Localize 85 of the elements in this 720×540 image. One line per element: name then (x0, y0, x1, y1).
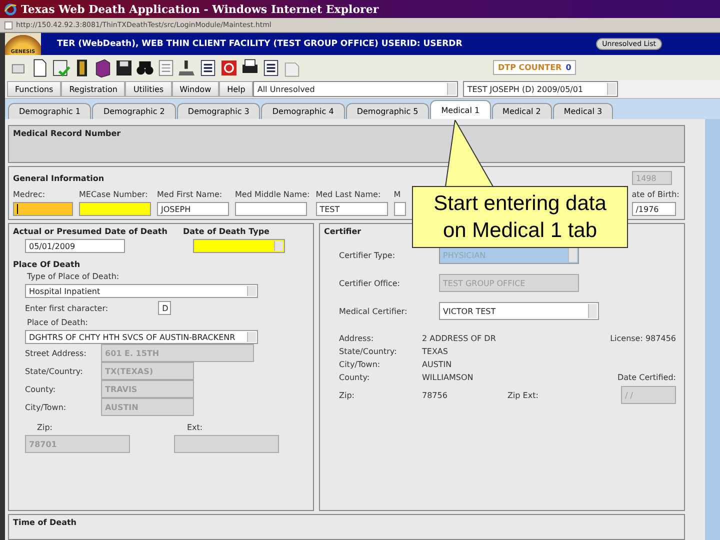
menu-item[interactable]: Functions (7, 81, 62, 97)
field-value: 2 ADDRESS OF DR (422, 334, 497, 343)
field-label: City/Town: (339, 360, 382, 369)
input-field: AUSTIN (101, 398, 194, 416)
field-value: WILLIAMSON (422, 373, 474, 382)
field-label: Certifier Type: (339, 250, 396, 260)
section-title: Place Of Death (13, 260, 80, 269)
field-label: M (394, 190, 402, 199)
field-label: Certifier Office: (339, 278, 401, 288)
input-field[interactable] (79, 202, 151, 216)
field-label: County: (25, 384, 57, 394)
field-label: Zip Ext: (507, 390, 538, 400)
license-text: License: 987456 (609, 334, 676, 343)
place-of-death-dropdown[interactable]: DGHTRS OF CHTY HTH SVCS OF AUSTIN-BRACKENR (25, 330, 258, 344)
field-value: AUSTIN (422, 360, 453, 369)
checklist-icon[interactable] (51, 58, 71, 78)
field-label: Enter first character: (25, 304, 108, 312)
field-label: Place of Death: (26, 318, 88, 327)
input-field[interactable]: JOSEPH (157, 202, 229, 216)
field-label: Type of Place of Death: (26, 272, 120, 281)
section-title: Actual or Presumed Date of Death (13, 227, 168, 236)
menu-item[interactable]: Utilities (125, 81, 172, 97)
field-label: Date Certified: (616, 373, 676, 382)
menu-item[interactable]: Help (219, 81, 254, 97)
input-field[interactable] (235, 202, 307, 216)
date-field[interactable]: 05/01/2009 (25, 239, 125, 253)
zip-field: 78701 (25, 435, 130, 453)
field-label: MECase Number: (79, 190, 149, 199)
field-value: 78756 (422, 390, 448, 400)
input-field[interactable] (13, 202, 73, 216)
field-label: Address: (339, 334, 375, 343)
tab[interactable]: Medical 3 (552, 103, 614, 119)
field-label: Med Middle Name: (235, 190, 310, 199)
dropdown[interactable]: VICTOR TEST (439, 302, 599, 320)
input-field[interactable] (394, 202, 406, 216)
field-label: ate of Birth: (632, 190, 680, 199)
first-character-field[interactable]: D (158, 301, 172, 315)
notepad-icon[interactable] (156, 58, 176, 78)
field-value: TEXAS (422, 347, 449, 356)
counter-value: 0 (566, 63, 572, 72)
section-title: Date of Death Type (183, 227, 270, 236)
place-type-dropdown[interactable]: Hospital Inpatient (25, 284, 258, 298)
input-field[interactable]: /1976 (632, 202, 676, 216)
page-icon (4, 20, 13, 30)
field-label: City/Town: (25, 402, 68, 412)
tab[interactable]: Demographic 3 (176, 103, 260, 119)
tab[interactable]: Medical 1 (430, 100, 491, 119)
browser-icon (4, 2, 17, 16)
field-label: Street Address: (25, 348, 88, 358)
field-label: Medical Certifier: (339, 306, 408, 316)
record-id-field: 1498 (632, 171, 672, 185)
section-title: Time of Death (13, 518, 76, 527)
field-label: Zip: (37, 423, 54, 432)
window-title: Texas Web Death Application - Windows Internet Explorer (21, 2, 379, 16)
death-type-dropdown[interactable] (193, 239, 285, 253)
tab[interactable]: Medical 2 (492, 103, 552, 119)
counter-label: DTP COUNTER (498, 63, 562, 72)
field-label: State/Country: (339, 347, 398, 356)
input-field: TRAVIS (101, 380, 194, 398)
list-icon[interactable] (198, 58, 218, 78)
tab[interactable]: Demographic 5 (346, 103, 430, 119)
input-field[interactable]: TEST (316, 202, 388, 216)
tab[interactable]: Demographic 4 (261, 103, 345, 119)
tab[interactable]: Demographic 1 (8, 103, 92, 119)
stamp-icon[interactable] (177, 58, 197, 78)
menu-item[interactable]: Window (172, 81, 220, 97)
section-title: Medical Record Number (13, 129, 121, 138)
field-label: Ext: (187, 423, 203, 432)
stop-sign-icon[interactable] (219, 58, 239, 78)
list-icon[interactable] (261, 58, 281, 78)
filter-dropdown[interactable]: All Unresolved (253, 81, 458, 97)
tab[interactable]: Demographic 2 (92, 103, 176, 119)
section-title: General Information (13, 174, 104, 182)
menu-item[interactable]: Registration (61, 81, 126, 97)
field-label: Zip: (339, 390, 356, 400)
header-title: TER (WebDeath), WEB THIN CLIENT FACILITY (TEST GROUP OFFICE) USERID: USERDR (56, 39, 464, 49)
field-label: Med First Name: (157, 190, 224, 199)
field-label: Medrec: (13, 190, 46, 199)
field-label: Med Last Name: (316, 190, 382, 199)
field-label: State/Country: (25, 366, 84, 376)
input-field: TX(TEXAS) (101, 362, 194, 380)
field-label: County: (339, 373, 371, 382)
input-field: 601 E. 15TH (101, 344, 254, 362)
record-dropdown[interactable]: TEST JOSEPH (D) 2009/05/01 (463, 81, 618, 97)
section-title: Certifier (324, 227, 362, 236)
